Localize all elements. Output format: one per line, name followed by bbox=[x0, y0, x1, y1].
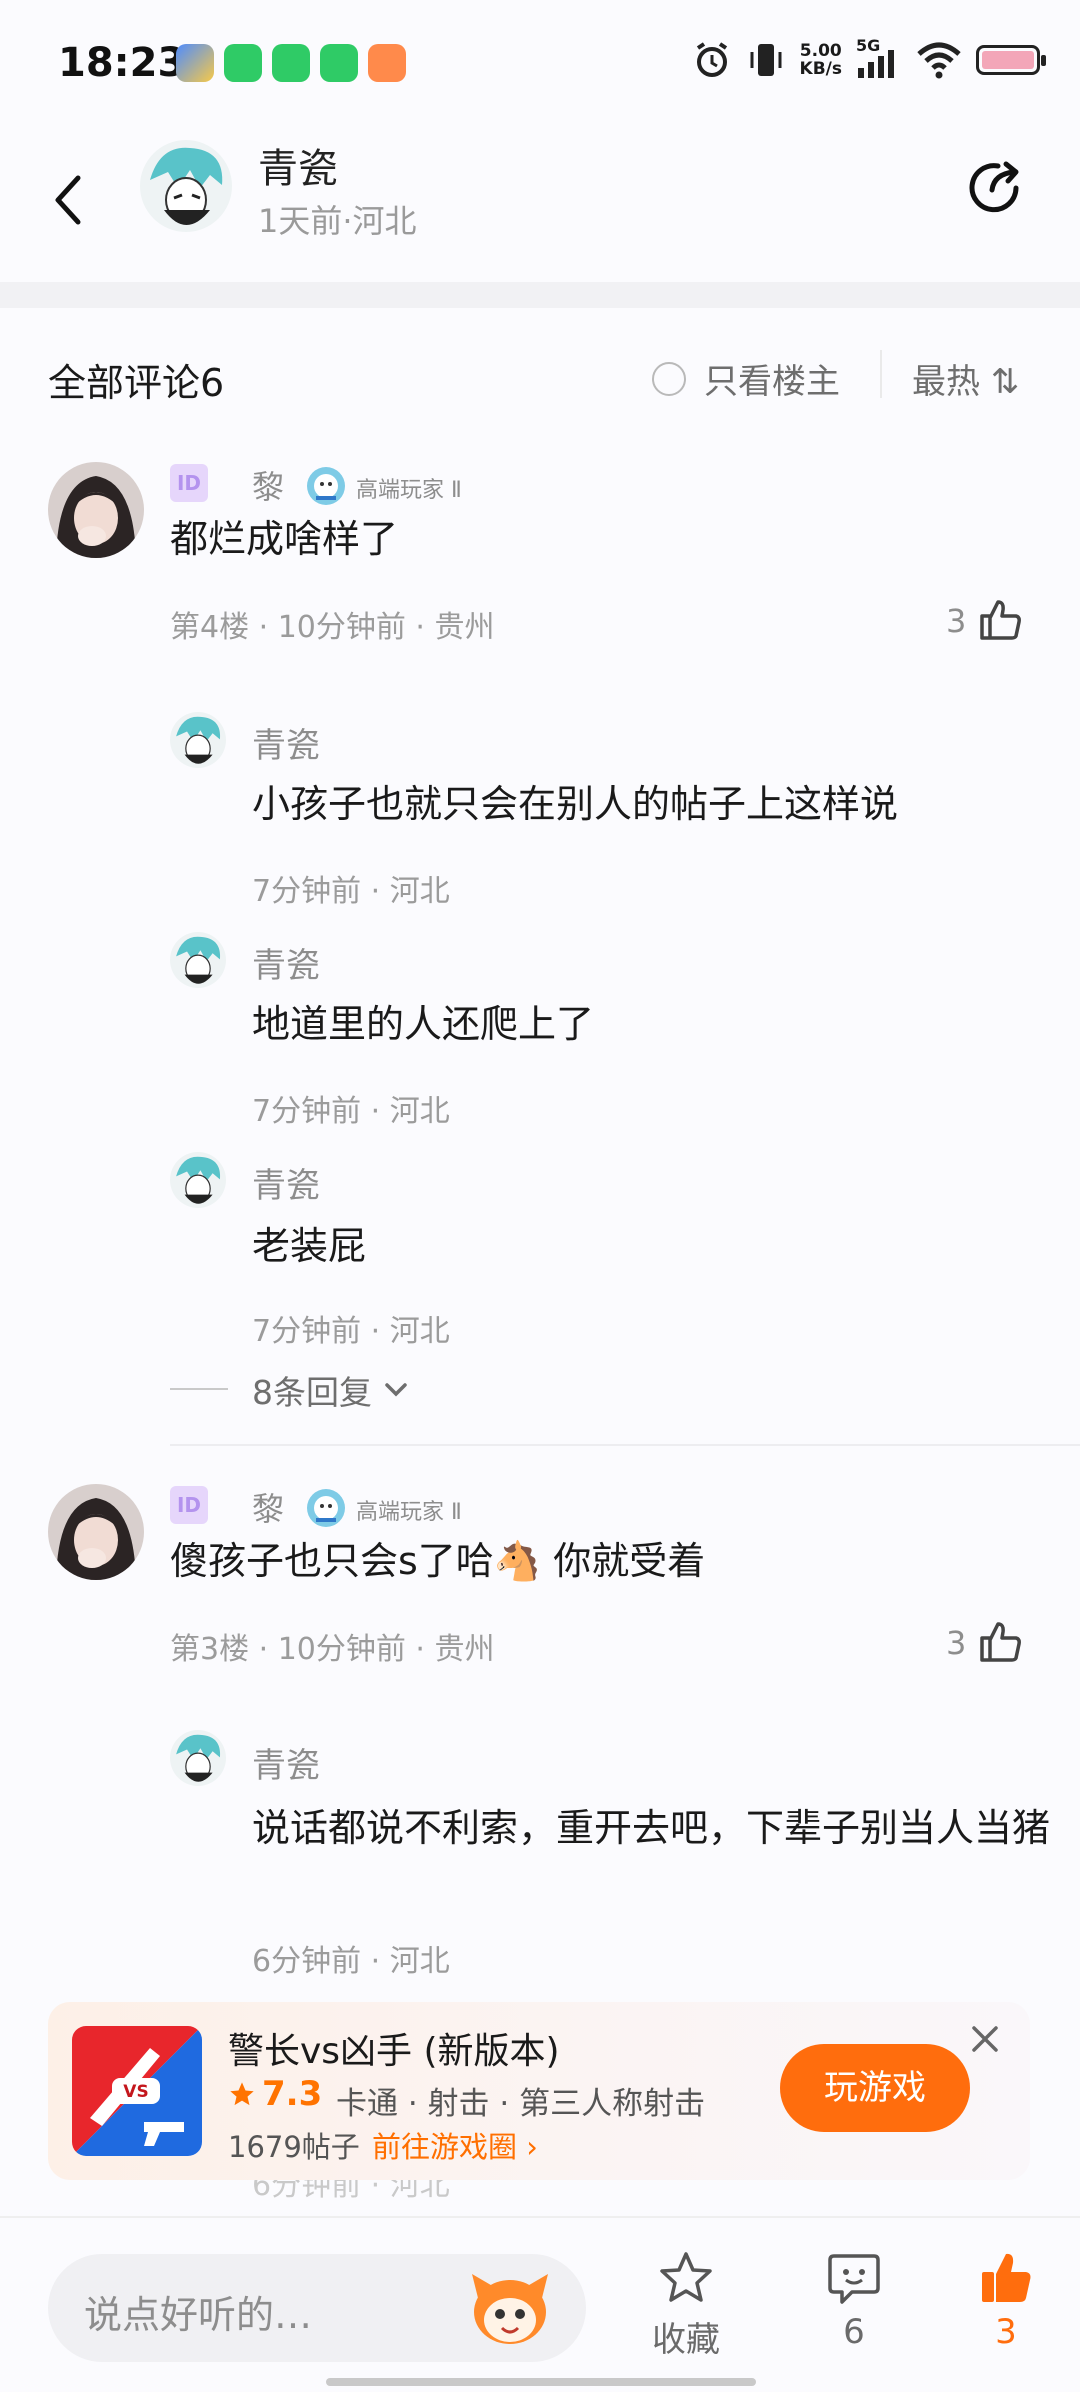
level-badge-icon bbox=[306, 1488, 346, 1528]
game-tags: 卡通 · 射击 · 第三人称射击 bbox=[336, 2086, 706, 2122]
thumbs-up-filled-icon bbox=[982, 2253, 1031, 2302]
svg-text:VS: VS bbox=[123, 2082, 148, 2102]
like-count: 3 bbox=[946, 602, 967, 640]
author-name[interactable]: 青瓷 bbox=[258, 136, 338, 194]
reply-text[interactable]: 说话都说不利索，重开去吧，下辈子别当人当猪 bbox=[252, 1804, 1080, 1852]
reply-name[interactable]: 青瓷 bbox=[252, 718, 320, 767]
commenter-name[interactable]: 黎 bbox=[252, 462, 284, 508]
expand-replies-button[interactable]: 8条回复 bbox=[252, 1366, 410, 1414]
reply-name[interactable]: 青瓷 bbox=[252, 938, 320, 987]
vibrate-icon bbox=[750, 44, 782, 76]
share-icon[interactable] bbox=[964, 154, 1028, 218]
game-ad-card[interactable]: VS 警长vs凶手 (新版本) 7.3 卡通 · 射击 · 第三人称射击 167… bbox=[48, 2002, 1030, 2180]
back-button[interactable] bbox=[48, 170, 88, 230]
divider bbox=[170, 1388, 228, 1390]
star-icon bbox=[230, 2082, 254, 2106]
mascot-emoji-icon[interactable] bbox=[468, 2268, 552, 2348]
reply-avatar[interactable] bbox=[170, 1152, 226, 1208]
wifi-icon bbox=[917, 42, 961, 79]
alarm-icon bbox=[696, 42, 727, 77]
favorite-button[interactable]: 收藏 bbox=[626, 2248, 746, 2361]
favorite-label: 收藏 bbox=[652, 2320, 720, 2360]
game-post-count: 1679帖子 bbox=[228, 2130, 360, 2164]
game-circle-link[interactable]: 前往游戏圈 › bbox=[372, 2124, 538, 2166]
id-badge: ID bbox=[170, 464, 208, 502]
game-rating: 7.3 bbox=[228, 2074, 322, 2114]
comment-button[interactable]: 6 bbox=[794, 2248, 914, 2352]
reply-text[interactable]: 地道里的人还爬上了 bbox=[252, 1000, 1080, 1048]
reply-meta: 7分钟前 · 河北 bbox=[252, 874, 450, 909]
app-notification-icon bbox=[176, 44, 214, 82]
reply-avatar[interactable] bbox=[170, 932, 226, 988]
bottom-bar: 说点好听的… 收藏 6 3 bbox=[0, 2216, 1080, 2392]
play-game-button[interactable]: 玩游戏 bbox=[780, 2044, 970, 2132]
comment-text[interactable]: 都烂成啥样了 bbox=[170, 514, 398, 564]
system-icons: 5.00 KB/s 5G bbox=[692, 36, 1046, 80]
notification-icons bbox=[176, 44, 406, 82]
commenter-avatar[interactable] bbox=[48, 1484, 144, 1580]
like-button[interactable]: 3 bbox=[946, 2248, 1066, 2352]
reply-name[interactable]: 青瓷 bbox=[252, 1738, 320, 1787]
comments-title: 全部评论6 bbox=[48, 361, 225, 405]
comment-meta: 第4楼 · 10分钟前 · 贵州 bbox=[170, 610, 495, 645]
reply-meta: 7分钟前 · 河北 bbox=[252, 1094, 450, 1129]
signal-5g-icon: 5G bbox=[856, 36, 902, 80]
divider bbox=[880, 350, 882, 398]
status-bar: 18:23 5.00 KB/s 5G bbox=[0, 0, 1080, 130]
radio-icon bbox=[652, 361, 686, 396]
comment-icon bbox=[828, 2254, 880, 2304]
divider bbox=[170, 1444, 1080, 1446]
home-indicator[interactable] bbox=[326, 2378, 756, 2386]
section-divider bbox=[0, 282, 1080, 308]
chevron-down-icon bbox=[385, 1383, 407, 1397]
reply-name[interactable]: 青瓷 bbox=[252, 1158, 320, 1207]
reply-meta: 6分钟前 · 河北 bbox=[252, 1944, 450, 1979]
app-notification-icon bbox=[368, 44, 406, 82]
level-label: 高端玩家 Ⅱ bbox=[356, 478, 462, 503]
comment-input[interactable]: 说点好听的… bbox=[48, 2254, 586, 2362]
level-badge-icon bbox=[306, 466, 346, 506]
comment-text[interactable]: 傻孩子也只会s了哈🐴 你就受着 bbox=[170, 1536, 705, 1586]
only-author-toggle[interactable]: 只看楼主 bbox=[652, 354, 840, 403]
sort-toggle[interactable]: 最热 ⇅ bbox=[912, 354, 1019, 403]
battery-icon bbox=[976, 45, 1046, 75]
thumbs-up-icon[interactable] bbox=[976, 596, 1024, 644]
game-title: 警长vs凶手 (新版本) bbox=[228, 2031, 560, 2072]
reply-text[interactable]: 小孩子也就只会在别人的帖子上这样说 bbox=[252, 780, 1080, 828]
reply-text[interactable]: 老装屁 bbox=[252, 1222, 1080, 1270]
net-speed: 5.00 KB/s bbox=[799, 41, 842, 79]
phone-notification-icon bbox=[272, 44, 310, 82]
star-outline-icon bbox=[660, 2252, 712, 2302]
post-header: 青瓷 1天前·河北 bbox=[0, 130, 1080, 280]
game-icon: VS bbox=[72, 2026, 202, 2156]
commenter-avatar[interactable] bbox=[48, 462, 144, 558]
status-time: 18:23 bbox=[58, 40, 186, 86]
reply-avatar[interactable] bbox=[170, 712, 226, 768]
thumbs-up-icon[interactable] bbox=[976, 1618, 1024, 1666]
close-icon[interactable] bbox=[968, 2022, 1002, 2056]
reply-meta: 7分钟前 · 河北 bbox=[252, 1314, 450, 1349]
commenter-name[interactable]: 黎 bbox=[252, 1484, 284, 1530]
post-meta: 1天前·河北 bbox=[258, 202, 417, 240]
level-label: 高端玩家 Ⅱ bbox=[356, 1500, 462, 1525]
comment-meta: 第3楼 · 10分钟前 · 贵州 bbox=[170, 1632, 495, 1667]
reply-avatar[interactable] bbox=[170, 1730, 226, 1786]
like-count: 3 bbox=[995, 2312, 1017, 2352]
comment-count: 6 bbox=[843, 2312, 865, 2352]
phone-notification-icon bbox=[224, 44, 262, 82]
comments-header: 全部评论6 只看楼主 最热 ⇅ bbox=[0, 330, 1080, 420]
id-badge: ID bbox=[170, 1486, 208, 1524]
comment-input-placeholder: 说点好听的… bbox=[84, 2293, 313, 2337]
author-avatar[interactable] bbox=[140, 140, 232, 232]
wechat-notification-icon bbox=[320, 44, 358, 82]
like-count: 3 bbox=[946, 1624, 967, 1662]
